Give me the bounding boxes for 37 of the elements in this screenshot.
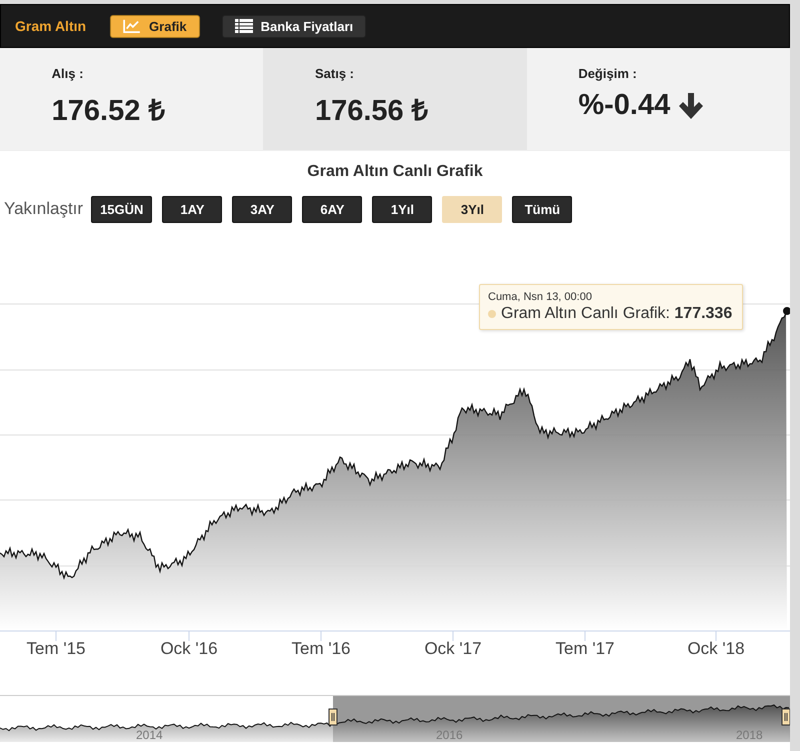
range-button[interactable]: 15GÜN: [91, 196, 152, 222]
range-button[interactable]: 6AY: [302, 196, 362, 222]
range-button[interactable]: 3Yıl: [442, 196, 502, 222]
zoom-label: Yakınlaştır: [4, 199, 84, 219]
range-button[interactable]: Tümü: [512, 196, 572, 222]
price-value: %-0.44: [578, 89, 670, 122]
price-value: 176.56 ₺: [314, 94, 429, 128]
navigator-selection[interactable]: [333, 696, 790, 742]
navigator-handle[interactable]: [782, 708, 790, 726]
navigator-label: 2018: [736, 728, 763, 742]
legend-dot-icon: [488, 310, 496, 318]
price-value: 176.52 ₺: [52, 94, 166, 128]
range-button[interactable]: 1AY: [162, 196, 222, 222]
tab[interactable]: Banka Fiyatları: [222, 14, 366, 38]
range-button[interactable]: 3AY: [232, 196, 292, 222]
x-axis-label: Ock '16: [160, 639, 218, 658]
brand-title: Gram Altın: [15, 18, 86, 34]
x-axis-label: Tem '17: [556, 639, 614, 658]
x-axis-label: Ock '17: [424, 639, 482, 658]
navigator-handle[interactable]: [328, 708, 338, 726]
arrow-down-icon: [678, 92, 704, 118]
line-chart-icon: [123, 19, 142, 33]
range-button[interactable]: 1Yıl: [372, 196, 432, 222]
tooltip-date: Cuma, Nsn 13, 00:00: [488, 291, 593, 303]
x-axis-label: Tem '16: [292, 639, 350, 658]
chart-title: Gram Altın Canlı Grafik: [306, 162, 484, 182]
tab[interactable]: Grafik: [110, 14, 200, 38]
x-axis-label: Ock '18: [687, 639, 745, 658]
list-icon: [234, 19, 253, 33]
tooltip-value: Gram Altın Canlı Grafik: 177.336: [501, 305, 732, 323]
navigator-label: 2016: [436, 728, 463, 742]
price-label: Değişim :: [578, 66, 638, 81]
price-label: Alış :: [52, 66, 84, 81]
price-label: Satış :: [314, 66, 355, 81]
x-axis-label: Tem '15: [26, 639, 86, 658]
data-point-marker: [783, 307, 790, 315]
navigator-label: 2014: [136, 728, 163, 742]
